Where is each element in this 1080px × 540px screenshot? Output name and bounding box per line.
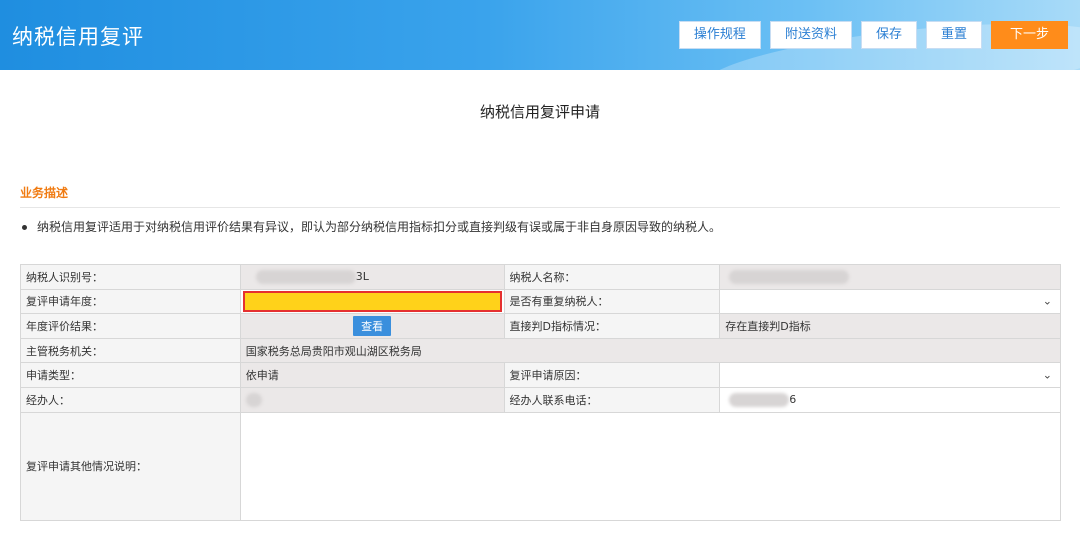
tax-office-label: 主管税务机关： — [20, 337, 241, 364]
description-text: 纳税信用复评适用于对纳税信用评价结果有异议，即认为部分纳税信用指标扣分或直接判级… — [37, 220, 722, 234]
form-row-type: 申请类型： 依申请 复评申请原因： ⌄ — [20, 362, 1061, 388]
other-info-cell — [239, 411, 1062, 521]
view-result-button[interactable]: 查看 — [353, 315, 392, 336]
redacted-name — [729, 269, 850, 284]
form-row-taxpayer: 纳税人识别号： 3L 纳税人名称： — [20, 264, 1061, 290]
form-row-year: 复评申请年度： 是否有重复纳税人： ⌄ — [20, 288, 1061, 315]
annual-result-cell: 查看 — [239, 313, 505, 339]
form-row-other: 复评申请其他情况说明： — [20, 411, 1062, 521]
chevron-down-icon: ⌄ — [1042, 368, 1052, 382]
taxpayer-id-value: 3L — [239, 264, 505, 290]
tax-office-value: 国家税务总局贵阳市观山湖区税务局 — [239, 337, 1062, 364]
page-title: 纳税信用复评申请 — [479, 103, 600, 121]
section-divider — [20, 207, 1060, 208]
form-row-result: 年度评价结果： 查看 直接判D指标情况： 存在直接判D指标 — [20, 313, 1061, 339]
reset-button[interactable]: 重置 — [925, 21, 982, 49]
duplicate-taxpayer-label: 是否有重复纳税人： — [503, 288, 721, 315]
attachments-button[interactable]: 附送资料 — [769, 21, 852, 49]
redacted-handler — [245, 392, 262, 407]
handler-input[interactable] — [239, 386, 505, 413]
taxpayer-id-label: 纳税人识别号： — [20, 264, 241, 290]
review-year-input[interactable] — [242, 290, 502, 312]
review-year-cell — [239, 288, 505, 315]
section-heading: 业务描述 — [20, 186, 69, 200]
review-reason-select[interactable]: ⌄ — [719, 362, 1061, 388]
form-row-office: 主管税务机关： 国家税务总局贵阳市观山湖区税务局 — [20, 337, 1062, 364]
handler-phone-suffix: 6 — [789, 392, 797, 406]
form-row-handler: 经办人： 经办人联系电话： 6 — [20, 386, 1061, 413]
chevron-down-icon: ⌄ — [1042, 294, 1052, 308]
direct-d-label: 直接判D指标情况： — [503, 313, 721, 339]
next-step-button[interactable]: 下一步 — [990, 21, 1068, 49]
taxpayer-name-label: 纳税人名称： — [503, 264, 721, 290]
handler-phone-label: 经办人联系电话： — [503, 386, 721, 413]
duplicate-taxpayer-select[interactable]: ⌄ — [719, 288, 1061, 315]
direct-d-value: 存在直接判D指标 — [719, 313, 1061, 339]
redacted-id — [255, 269, 356, 284]
save-button[interactable]: 保存 — [860, 21, 917, 49]
review-year-label: 复评申请年度： — [20, 288, 241, 315]
application-form: 纳税人识别号： 3L 纳税人名称： 复评申请年度： 是否有重复纳税人： ⌄ 年度… — [20, 264, 1062, 521]
handler-label: 经办人： — [20, 386, 241, 413]
other-info-textarea[interactable] — [240, 412, 1060, 517]
handler-phone-input[interactable]: 6 — [719, 386, 1061, 413]
other-info-label: 复评申请其他情况说明： — [20, 411, 241, 521]
app-header: 纳税信用复评 操作规程 附送资料 保存 重置 下一步 — [0, 0, 1080, 70]
annual-result-label: 年度评价结果： — [20, 313, 241, 339]
redacted-phone — [729, 392, 790, 407]
business-description: 纳税信用复评适用于对纳税信用评价结果有异议，即认为部分纳税信用指标扣分或直接判级… — [22, 218, 721, 235]
taxpayer-id-suffix: 3L — [355, 269, 369, 283]
taxpayer-name-value — [719, 264, 1061, 290]
app-title: 纳税信用复评 — [12, 25, 144, 49]
review-reason-label: 复评申请原因： — [503, 362, 721, 388]
apply-type-label: 申请类型： — [20, 362, 241, 388]
bullet-icon — [22, 225, 27, 230]
toolbar: 操作规程 附送资料 保存 重置 下一步 — [678, 21, 1068, 49]
procedure-button[interactable]: 操作规程 — [678, 21, 761, 49]
apply-type-value: 依申请 — [239, 362, 505, 388]
